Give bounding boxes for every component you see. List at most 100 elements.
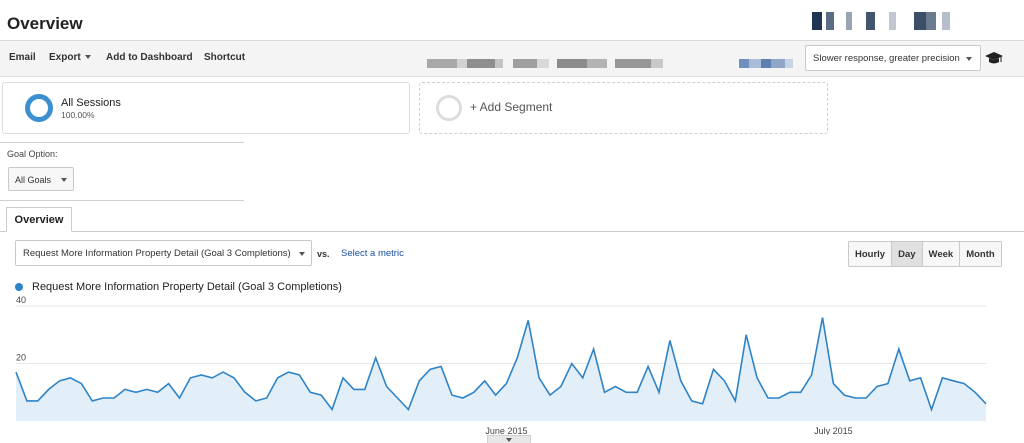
data-point[interactable] (602, 389, 608, 395)
data-point[interactable] (776, 395, 782, 401)
data-point[interactable] (318, 392, 324, 398)
graduation-cap-icon[interactable] (985, 51, 1003, 65)
data-point[interactable] (830, 381, 836, 387)
data-point[interactable] (514, 355, 520, 361)
account-avatar[interactable] (812, 12, 950, 30)
period-week-button[interactable]: Week (921, 242, 960, 266)
segment-card-all-sessions[interactable]: All Sessions 100.00% (2, 82, 410, 134)
email-button[interactable]: Email (9, 52, 36, 63)
data-point[interactable] (711, 366, 717, 372)
data-point[interactable] (373, 355, 379, 361)
data-point[interactable] (961, 381, 967, 387)
data-point[interactable] (449, 392, 455, 398)
data-point[interactable] (841, 392, 847, 398)
data-point[interactable] (351, 386, 357, 392)
data-point[interactable] (187, 375, 193, 381)
data-point[interactable] (950, 378, 956, 384)
data-point[interactable] (362, 386, 368, 392)
data-point[interactable] (275, 375, 281, 381)
expand-handle[interactable] (487, 435, 531, 443)
data-point[interactable] (46, 386, 52, 392)
data-point[interactable] (983, 401, 989, 407)
data-point[interactable] (231, 375, 237, 381)
data-point[interactable] (765, 395, 771, 401)
data-point[interactable] (743, 332, 749, 338)
period-month-button[interactable]: Month (959, 242, 1001, 266)
data-point[interactable] (645, 363, 651, 369)
date-range-redacted[interactable] (427, 59, 663, 68)
data-point[interactable] (525, 317, 531, 323)
data-point[interactable] (89, 398, 95, 404)
data-point[interactable] (721, 378, 727, 384)
data-point[interactable] (929, 407, 935, 413)
data-point[interactable] (24, 398, 30, 404)
data-point[interactable] (918, 375, 924, 381)
data-point[interactable] (220, 369, 226, 375)
export-button[interactable]: Export (49, 52, 91, 63)
data-point[interactable] (209, 375, 215, 381)
data-point[interactable] (13, 369, 19, 375)
data-point[interactable] (700, 401, 706, 407)
data-point[interactable] (939, 375, 945, 381)
data-point[interactable] (678, 378, 684, 384)
data-point[interactable] (667, 338, 673, 344)
data-point[interactable] (798, 389, 804, 395)
data-point[interactable] (253, 398, 259, 404)
data-point[interactable] (972, 389, 978, 395)
data-point[interactable] (133, 389, 139, 395)
data-point[interactable] (286, 369, 292, 375)
data-point[interactable] (438, 363, 444, 369)
data-point[interactable] (820, 315, 826, 321)
data-point[interactable] (122, 386, 128, 392)
data-point[interactable] (111, 395, 117, 401)
select-metric-link[interactable]: Select a metric (341, 248, 404, 259)
data-point[interactable] (177, 395, 183, 401)
add-segment-button[interactable]: + Add Segment (419, 82, 828, 134)
data-point[interactable] (503, 381, 509, 387)
data-point[interactable] (482, 378, 488, 384)
data-point[interactable] (166, 381, 172, 387)
data-point[interactable] (787, 389, 793, 395)
data-point[interactable] (852, 395, 858, 401)
data-point[interactable] (395, 395, 401, 401)
data-point[interactable] (896, 346, 902, 352)
data-point[interactable] (416, 378, 422, 384)
goal-option-select[interactable]: All Goals (8, 167, 74, 191)
data-point[interactable] (340, 375, 346, 381)
data-point[interactable] (547, 392, 553, 398)
goal-completions-chart[interactable]: 20 40 June 2015 July 2015 (0, 295, 1024, 435)
data-point[interactable] (689, 398, 695, 404)
compare-redacted[interactable] (739, 59, 793, 68)
data-point[interactable] (384, 384, 390, 390)
sampling-select[interactable]: Slower response, greater precision (805, 45, 981, 71)
data-point[interactable] (558, 384, 564, 390)
period-day-button[interactable]: Day (891, 242, 922, 266)
data-point[interactable] (471, 389, 477, 395)
data-point[interactable] (57, 378, 63, 384)
data-point[interactable] (580, 375, 586, 381)
data-point[interactable] (100, 395, 106, 401)
period-hourly-button[interactable]: Hourly (849, 242, 892, 266)
metric-select[interactable]: Request More Information Property Detail… (15, 240, 312, 266)
data-point[interactable] (623, 389, 629, 395)
data-point[interactable] (144, 386, 150, 392)
data-point[interactable] (634, 389, 640, 395)
data-point[interactable] (68, 375, 74, 381)
data-point[interactable] (907, 378, 913, 384)
data-point[interactable] (885, 381, 891, 387)
data-point[interactable] (296, 372, 302, 378)
tab-overview[interactable]: Overview (6, 207, 72, 232)
data-point[interactable] (732, 398, 738, 404)
data-point[interactable] (35, 398, 41, 404)
data-point[interactable] (329, 407, 335, 413)
data-point[interactable] (264, 395, 270, 401)
data-point[interactable] (460, 395, 466, 401)
data-point[interactable] (493, 392, 499, 398)
data-point[interactable] (656, 389, 662, 395)
shortcut-button[interactable]: Shortcut (204, 52, 245, 63)
data-point[interactable] (863, 395, 869, 401)
data-point[interactable] (405, 407, 411, 413)
data-point[interactable] (612, 384, 618, 390)
data-point[interactable] (536, 375, 542, 381)
data-point[interactable] (307, 389, 313, 395)
